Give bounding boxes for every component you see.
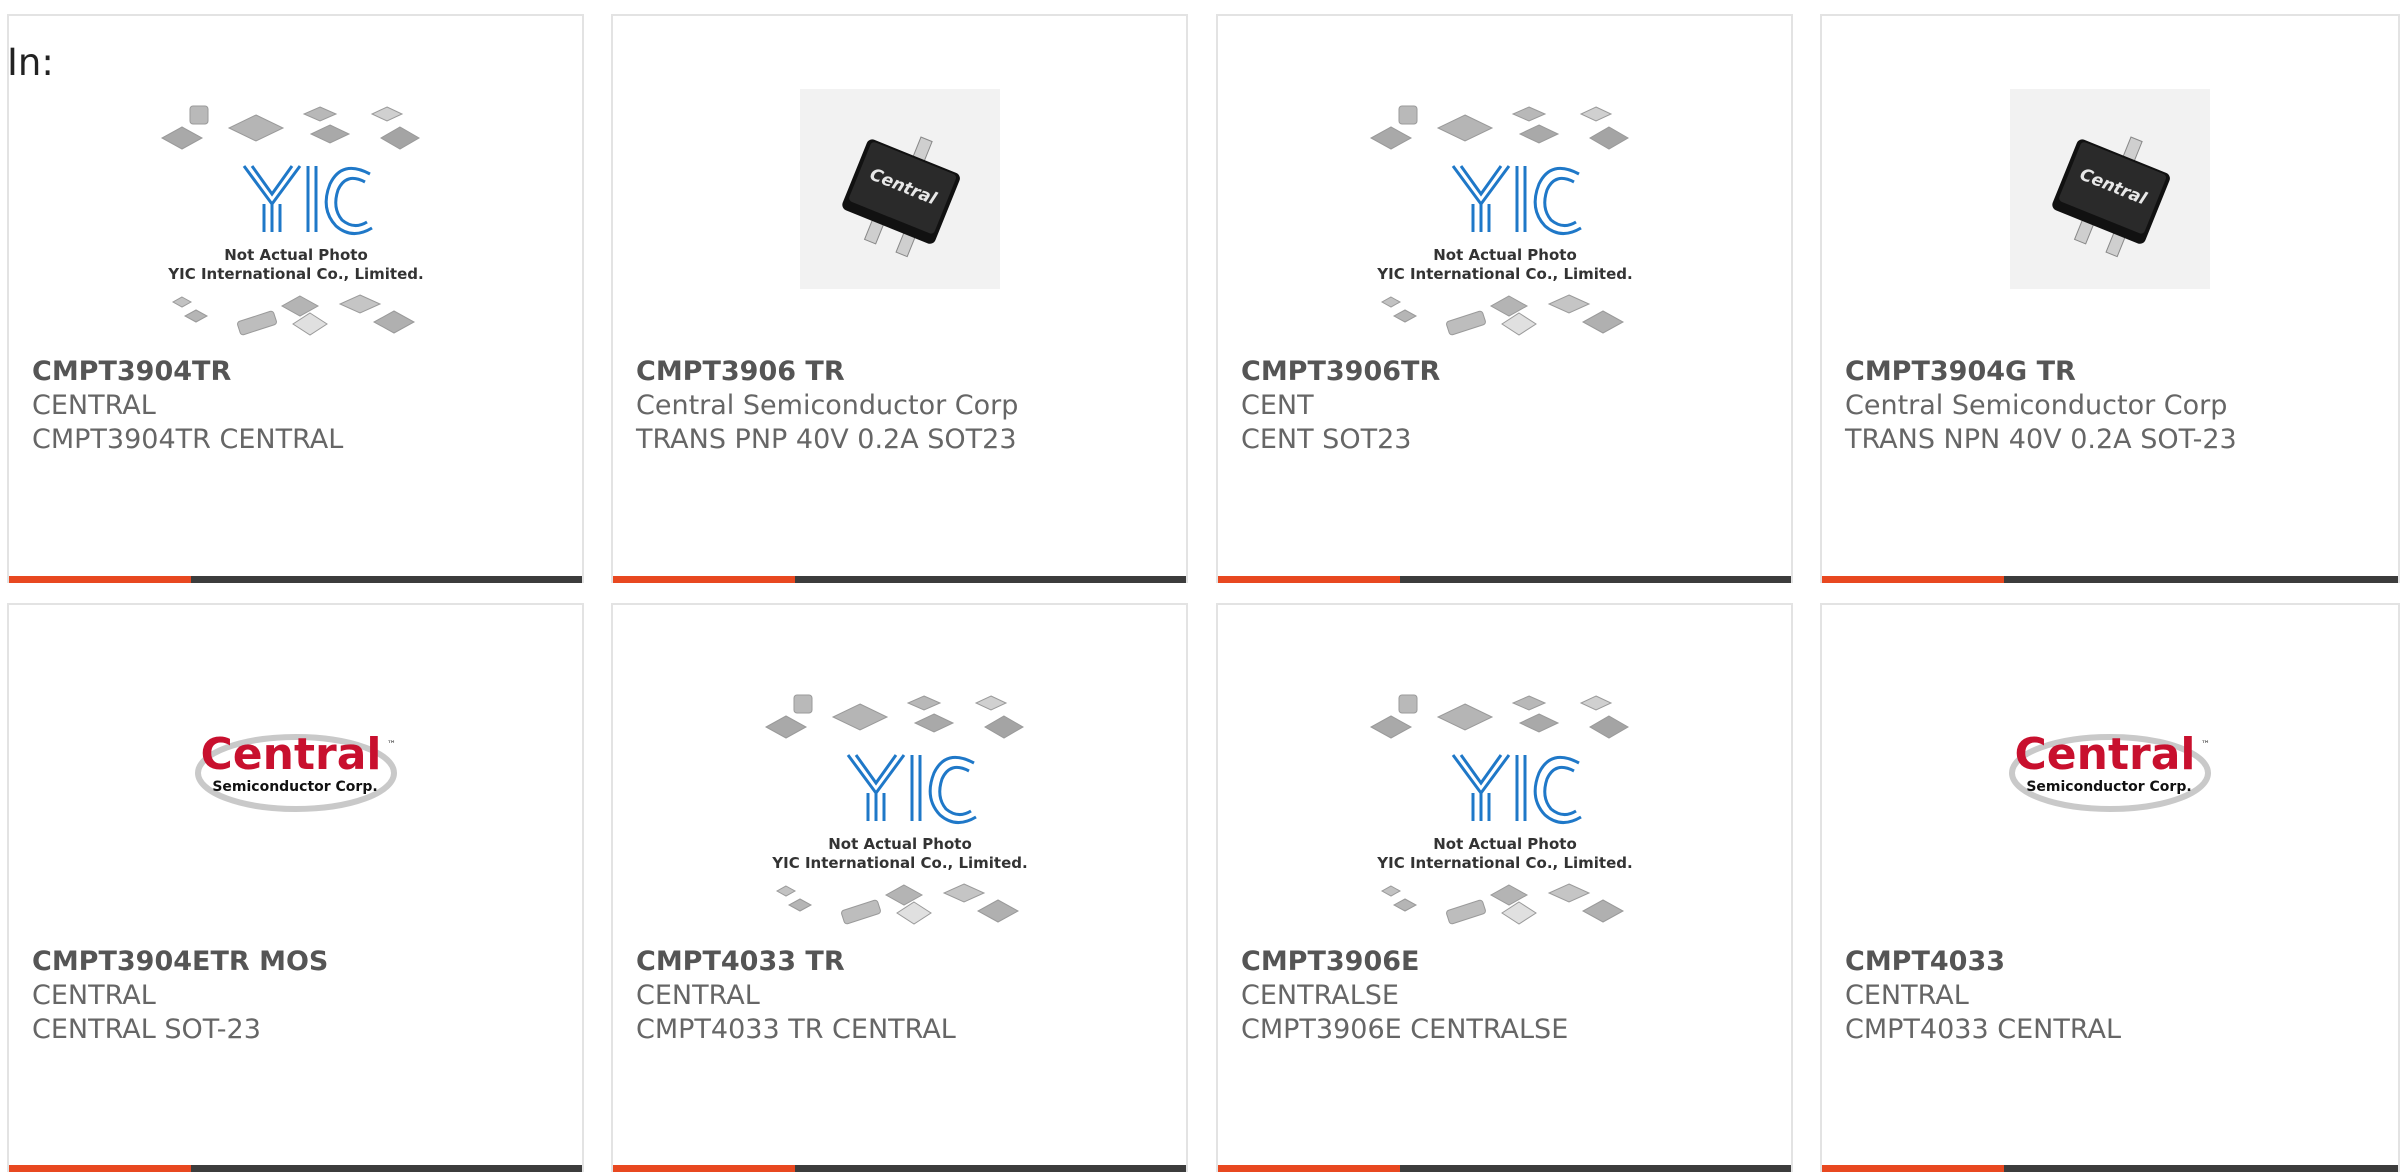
product-image: Not Actual Photo YIC International Co., …	[9, 104, 582, 364]
product-image: Central	[613, 89, 1186, 293]
card-bar	[9, 576, 582, 583]
manufacturer: Central Semiconductor Corp	[636, 390, 1019, 421]
product-image: Central ™ Semiconductor Corp.	[9, 725, 582, 819]
description: CENT SOT23	[1241, 424, 1412, 455]
product-image: Not Actual Photo YIC International Co., …	[613, 693, 1186, 953]
manufacturer: CENT	[1241, 390, 1314, 421]
part-number[interactable]: CMPT3904ETR MOS	[32, 945, 570, 979]
product-card[interactable]: Not Actual Photo YIC International Co., …	[1216, 603, 1793, 1172]
central-logo-icon: Central ™ Semiconductor Corp.	[2009, 729, 2211, 812]
product-card[interactable]: Central CMPT3904G TR Central Semiconduct…	[1820, 14, 2400, 583]
description: CMPT3904TR CENTRAL	[32, 424, 344, 455]
description: TRANS NPN 40V 0.2A SOT-23	[1845, 424, 2237, 455]
yic-placeholder-icon: Not Actual Photo YIC International Co., …	[1369, 694, 1632, 925]
part-number[interactable]: CMPT3906E	[1241, 945, 1779, 979]
yic-placeholder-icon: Not Actual Photo YIC International Co., …	[160, 105, 423, 336]
product-card[interactable]: Not Actual Photo YIC International Co., …	[611, 603, 1188, 1172]
product-card[interactable]: Central CMPT3906 TR Central Semiconducto…	[611, 14, 1188, 583]
product-image: Not Actual Photo YIC International Co., …	[1218, 693, 1791, 953]
part-number[interactable]: CMPT3904TR	[32, 355, 570, 389]
svg-text:Not Actual Photo: Not Actual Photo	[1433, 246, 1577, 264]
card-bar	[1218, 576, 1791, 583]
svg-text:Central: Central	[2015, 729, 2196, 780]
description: CENTRAL SOT-23	[32, 1014, 261, 1045]
product-card[interactable]: Not Actual Photo YIC International Co., …	[7, 14, 584, 583]
manufacturer: CENTRAL	[636, 980, 760, 1011]
svg-text:™: ™	[2201, 740, 2210, 750]
sot23-chip-icon: Central	[2010, 89, 2210, 289]
svg-text:Semiconductor Corp.: Semiconductor Corp.	[2026, 779, 2191, 795]
product-card[interactable]: Central ™ Semiconductor Corp. CMPT4033 C…	[1820, 603, 2400, 1172]
part-number[interactable]: CMPT4033	[1845, 945, 2386, 979]
product-image: Central ™ Semiconductor Corp.	[1822, 725, 2398, 819]
svg-text:Not Actual Photo: Not Actual Photo	[1433, 835, 1577, 853]
svg-text:YIC International Co., Limited: YIC International Co., Limited.	[1376, 265, 1632, 283]
card-bar	[613, 1165, 1186, 1172]
filter-label: In:	[7, 41, 54, 84]
svg-text:YIC International Co., Limited: YIC International Co., Limited.	[1376, 854, 1632, 872]
description: CMPT3906E CENTRALSE	[1241, 1014, 1569, 1045]
product-grid: Not Actual Photo YIC International Co., …	[0, 0, 2400, 1172]
yic-placeholder-icon: Not Actual Photo YIC International Co., …	[1369, 105, 1632, 336]
product-image: Not Actual Photo YIC International Co., …	[1218, 104, 1791, 364]
central-logo-icon: Central ™ Semiconductor Corp.	[194, 729, 397, 812]
card-bar	[1822, 1165, 2398, 1172]
manufacturer: CENTRALSE	[1241, 980, 1399, 1011]
svg-text:™: ™	[387, 740, 396, 750]
card-bar	[613, 576, 1186, 583]
svg-text:YIC International Co., Limited: YIC International Co., Limited.	[771, 854, 1027, 872]
product-card[interactable]: Central ™ Semiconductor Corp. CMPT3904ET…	[7, 603, 584, 1172]
svg-text:Not Actual Photo: Not Actual Photo	[828, 835, 972, 853]
yic-placeholder-icon: Not Actual Photo YIC International Co., …	[764, 694, 1027, 925]
manufacturer: CENTRAL	[1845, 980, 1969, 1011]
card-bar	[1822, 576, 2398, 583]
svg-text:Semiconductor Corp.: Semiconductor Corp.	[212, 779, 377, 795]
product-image: Central	[1822, 89, 2398, 293]
part-number[interactable]: CMPT3906TR	[1241, 355, 1779, 389]
manufacturer: CENTRAL	[32, 390, 156, 421]
part-number[interactable]: CMPT3904G TR	[1845, 355, 2386, 389]
svg-text:YIC International Co., Limited: YIC International Co., Limited.	[167, 265, 423, 283]
part-number[interactable]: CMPT3906 TR	[636, 355, 1174, 389]
description: CMPT4033 TR CENTRAL	[636, 1014, 956, 1045]
sot23-chip-icon: Central	[799, 89, 1000, 289]
manufacturer: Central Semiconductor Corp	[1845, 390, 2228, 421]
manufacturer: CENTRAL	[32, 980, 156, 1011]
card-bar	[9, 1165, 582, 1172]
product-card[interactable]: Not Actual Photo YIC International Co., …	[1216, 14, 1793, 583]
svg-text:Central: Central	[200, 729, 381, 780]
svg-text:Not Actual Photo: Not Actual Photo	[224, 246, 368, 264]
part-number[interactable]: CMPT4033 TR	[636, 945, 1174, 979]
card-bar	[1218, 1165, 1791, 1172]
description: CMPT4033 CENTRAL	[1845, 1014, 2121, 1045]
description: TRANS PNP 40V 0.2A SOT23	[636, 424, 1017, 455]
